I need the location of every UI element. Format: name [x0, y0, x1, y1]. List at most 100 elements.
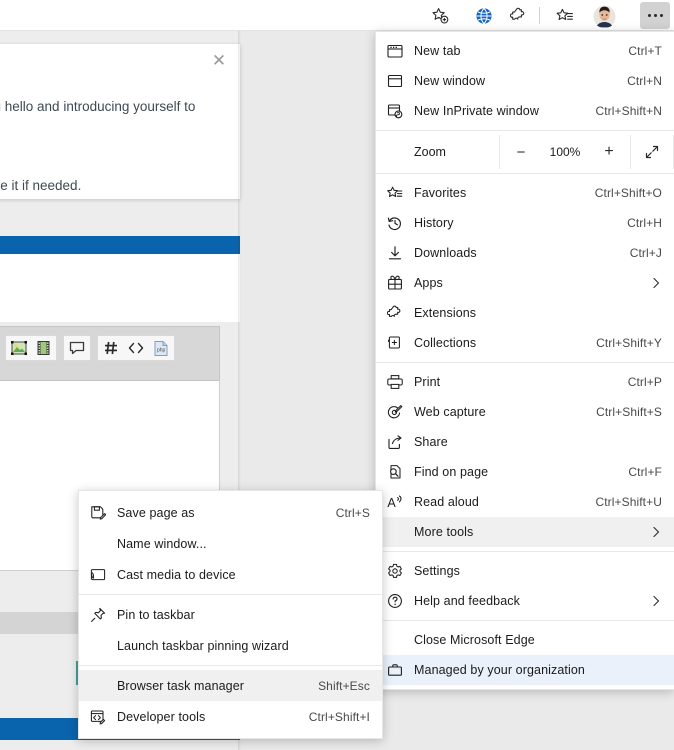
find-on-page-icon	[376, 464, 414, 480]
menu-item-label: Settings	[414, 564, 460, 578]
menu-item-managed-by-your-organization[interactable]: Managed by your organization	[376, 655, 674, 685]
chevron-right-icon	[648, 526, 664, 538]
menu-item-label: Apps	[414, 276, 443, 290]
menu-item-accel: Ctrl+F	[628, 465, 662, 479]
menu-item-new-window[interactable]: New window Ctrl+N	[376, 66, 674, 96]
menu-item-extensions[interactable]: Extensions	[376, 298, 674, 328]
extensions-icon	[376, 305, 414, 321]
php-file-icon[interactable]: php	[149, 336, 174, 360]
settings-and-more-button[interactable]	[640, 2, 670, 29]
editor-toolbar: php	[0, 326, 220, 381]
menu-item-close-microsoft-edge[interactable]: Close Microsoft Edge	[376, 625, 674, 655]
close-icon[interactable]: ✕	[210, 52, 228, 70]
menu-item-label: Print	[414, 375, 441, 389]
submenu-item-developer-tools[interactable]: Developer tools Ctrl+Shift+I	[79, 701, 382, 732]
globe-icon[interactable]	[470, 2, 498, 29]
submenu-item-accel: Ctrl+S	[335, 505, 370, 520]
ellipsis-icon	[647, 14, 663, 17]
menu-item-label: Extensions	[414, 306, 477, 320]
new-tab-icon	[376, 43, 414, 59]
avatar[interactable]	[592, 3, 617, 28]
fullscreen-button[interactable]	[631, 135, 673, 169]
menu-item-read-aloud[interactable]: A Read aloud Ctrl+Shift+U	[376, 487, 674, 517]
submenu-item-save-page-as[interactable]: Save page as Ctrl+S	[79, 497, 382, 528]
share-icon	[376, 434, 414, 450]
menu-separator-3	[376, 362, 674, 363]
menu-item-web-capture[interactable]: Web capture Ctrl+Shift+S	[376, 397, 674, 427]
menu-item-apps[interactable]: Apps	[376, 268, 674, 298]
menu-item-label: New tab	[414, 44, 461, 58]
quote-icon[interactable]	[64, 336, 90, 360]
submenu-item-label: Name window...	[117, 536, 207, 551]
more-tools-submenu: Save page as Ctrl+S Name window... Cast …	[78, 490, 383, 739]
menu-item-share[interactable]: Share	[376, 427, 674, 457]
menu-item-accel: Ctrl+Shift+U	[595, 495, 662, 509]
menu-separator-2	[376, 173, 674, 174]
menu-item-label: New window	[414, 74, 486, 88]
menu-item-accel: Ctrl+T	[628, 44, 662, 58]
menu-zoom-row: Zoom − 100% +	[376, 135, 674, 169]
page-header-bar	[0, 236, 240, 254]
menu-item-print[interactable]: Print Ctrl+P	[376, 367, 674, 397]
submenu-item-cast-media-to-device[interactable]: Cast media to device	[79, 559, 382, 590]
downloads-icon	[376, 245, 414, 261]
menu-item-label: Close Microsoft Edge	[414, 633, 535, 647]
collections-icon	[376, 335, 414, 351]
svg-text:A: A	[387, 496, 396, 510]
add-favorite-icon[interactable]	[426, 2, 454, 29]
menu-item-new-inprivate-window[interactable]: New InPrivate window Ctrl+Shift+N	[376, 96, 674, 126]
submenu-item-label: Save page as	[117, 505, 195, 520]
submenu-item-accel: Shift+Esc	[318, 678, 370, 693]
submenu-item-launch-taskbar-pinning-wizard[interactable]: Launch taskbar pinning wizard	[79, 630, 382, 661]
menu-item-label: More tools	[414, 525, 474, 539]
submenu-item-name-window[interactable]: Name window...	[79, 528, 382, 559]
extensions-puzzle-icon[interactable]	[505, 2, 533, 29]
menu-item-downloads[interactable]: Downloads Ctrl+J	[376, 238, 674, 268]
chevron-right-icon	[648, 595, 664, 607]
submenu-item-label: Cast media to device	[117, 567, 236, 582]
apps-icon	[376, 275, 414, 291]
image-icon[interactable]	[6, 336, 31, 360]
menu-item-help-and-feedback[interactable]: Help and feedback	[376, 586, 674, 616]
menu-item-accel: Ctrl+J	[629, 246, 662, 260]
save-page-icon	[79, 505, 117, 521]
menu-item-accel: Ctrl+Shift+Y	[596, 336, 662, 350]
zoom-value: 100%	[549, 145, 581, 159]
menu-item-find-on-page[interactable]: Find on page Ctrl+F	[376, 457, 674, 487]
menu-item-favorites[interactable]: Favorites Ctrl+Shift+O	[376, 178, 674, 208]
menu-item-more-tools[interactable]: More tools	[376, 517, 674, 547]
pin-icon	[79, 607, 117, 623]
menu-item-settings[interactable]: Settings	[376, 556, 674, 586]
submenu-item-browser-task-manager[interactable]: Browser task manager Shift+Esc	[79, 670, 382, 701]
submenu-item-accel: Ctrl+Shift+I	[308, 709, 370, 724]
film-icon[interactable]	[31, 336, 56, 360]
submenu-item-pin-to-taskbar[interactable]: Pin to taskbar	[79, 599, 382, 630]
zoom-in-button[interactable]: +	[588, 135, 630, 169]
menu-item-label: Read aloud	[414, 495, 479, 509]
toolbar-divider	[539, 7, 540, 24]
dialog-text-line-1: ng hello and introducing yourself to	[0, 99, 196, 114]
menu-item-accel: Ctrl+P	[627, 375, 662, 389]
menu-item-label: Managed by your organization	[414, 663, 585, 677]
chevron-right-icon	[648, 277, 664, 289]
editor-tool-group-media	[5, 335, 57, 361]
zoom-out-button[interactable]: −	[500, 135, 542, 169]
menu-item-label: Web capture	[414, 405, 486, 419]
hashtag-icon[interactable]	[98, 336, 123, 360]
new-window-icon	[376, 73, 414, 89]
favorites-star-icon[interactable]	[551, 2, 579, 29]
menu-item-accel: Ctrl+N	[627, 74, 662, 88]
browser-toolbar	[0, 0, 674, 31]
menu-item-accel: Ctrl+Shift+S	[596, 405, 662, 419]
submenu-item-label: Pin to taskbar	[117, 607, 195, 622]
menu-item-new-tab[interactable]: New tab Ctrl+T	[376, 36, 674, 66]
print-icon	[376, 374, 414, 390]
menu-item-accel: Ctrl+Shift+O	[594, 186, 662, 200]
code-icon[interactable]	[123, 336, 148, 360]
web-capture-icon	[376, 404, 414, 420]
zoom-label: Zoom	[414, 145, 446, 159]
menu-item-collections[interactable]: Collections Ctrl+Shift+Y	[376, 328, 674, 358]
page-dialog: ✕ ng hello and introducing yourself to o…	[0, 44, 240, 199]
menu-item-history[interactable]: History Ctrl+H	[376, 208, 674, 238]
editor-tool-group-code: php	[97, 335, 175, 361]
